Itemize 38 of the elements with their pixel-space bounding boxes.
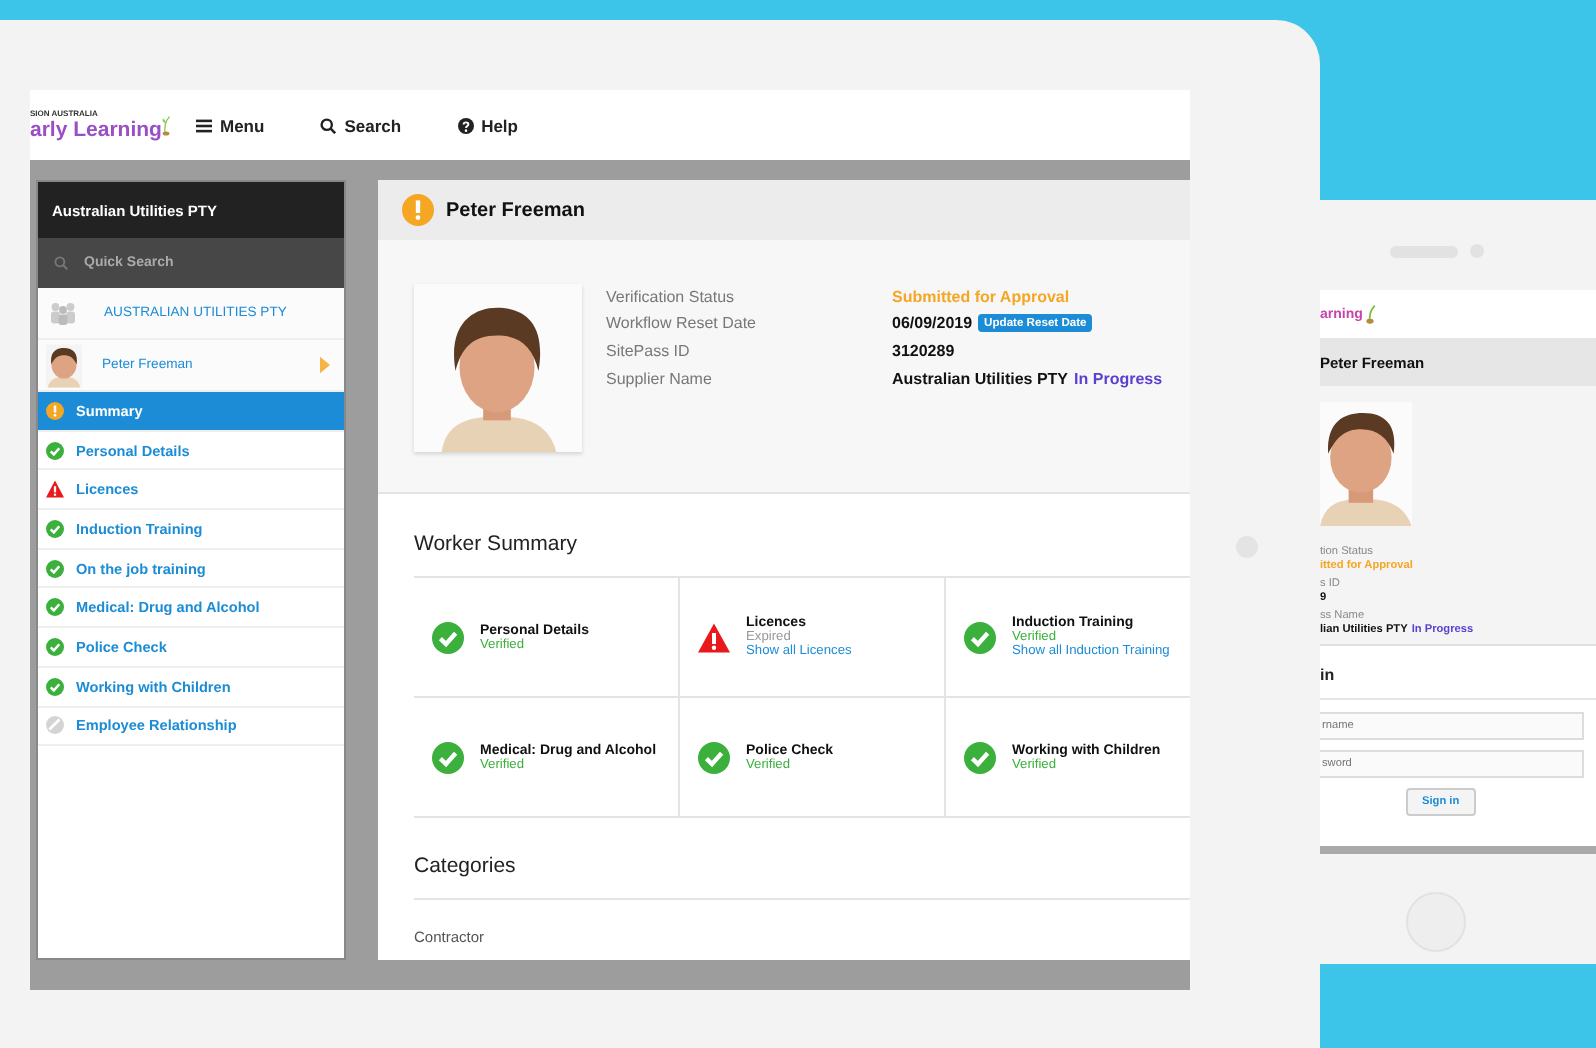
verified-icon [46, 441, 64, 460]
verified-icon [432, 621, 464, 653]
section-title: Worker Summary [414, 532, 579, 556]
field-label: SitePass ID [606, 341, 692, 360]
verified-icon [432, 741, 464, 773]
verified-icon [46, 559, 64, 578]
field-value: Submitted for Approval [892, 287, 1070, 306]
verified-icon [46, 677, 64, 696]
arrow-icon [320, 356, 330, 374]
field-label: Supplier Name [606, 369, 714, 388]
field-value: Australian Utilities PTY [892, 369, 1069, 388]
verified-icon [964, 621, 996, 653]
alert-icon [698, 621, 730, 653]
status-text: In Progress [1074, 369, 1163, 388]
worker-name: Peter Freeman [446, 199, 585, 221]
pending-icon [46, 401, 64, 420]
search-icon [54, 256, 68, 270]
pending-icon [402, 194, 434, 226]
verified-icon [46, 637, 64, 656]
field-label: Workflow Reset Date [606, 314, 758, 333]
field-value: 06/09/2019 [892, 314, 973, 333]
nav-link[interactable]: Menu [196, 115, 265, 135]
verified-icon [698, 741, 730, 773]
nav-link[interactable]: Search [320, 115, 402, 135]
field-label: Verification Status [606, 287, 737, 306]
field-value: 3120289 [892, 341, 955, 360]
menu-icon [196, 117, 212, 133]
help-icon [457, 117, 474, 133]
nav-link[interactable]: Help [457, 115, 518, 135]
alert-icon [46, 480, 64, 499]
search-icon [320, 117, 337, 133]
verified-icon [964, 741, 996, 773]
verified-icon [46, 519, 64, 538]
section-title: Categories [414, 854, 1190, 900]
logo-text: arly Learning [30, 118, 162, 142]
verified-icon [46, 598, 64, 617]
people-icon [48, 300, 78, 326]
inactive-icon [46, 716, 64, 735]
